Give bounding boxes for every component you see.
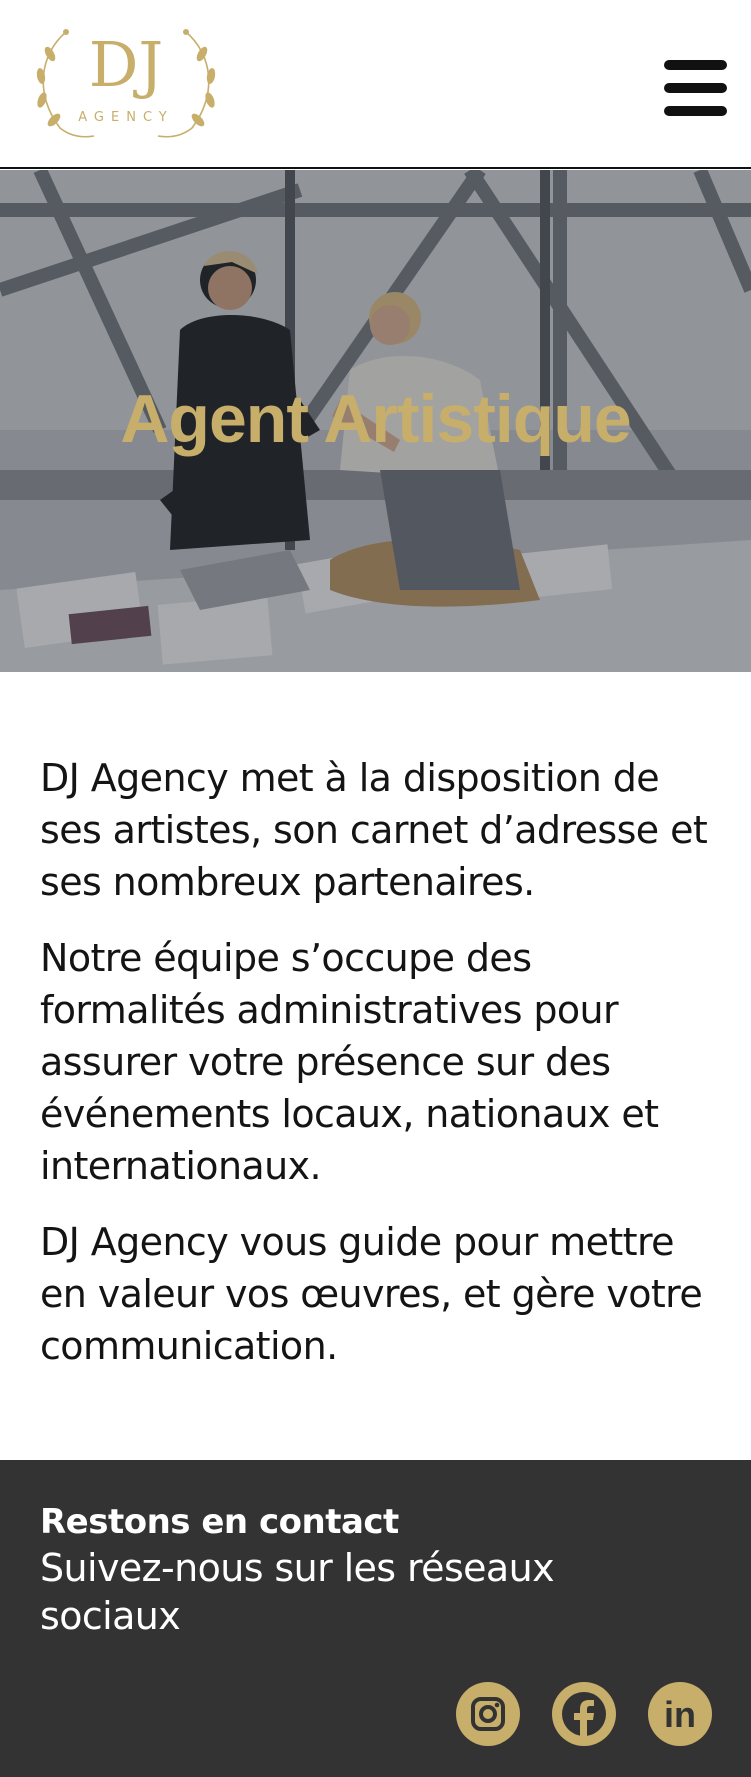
guidance-paragraph: DJ Agency vous guide pour mettre en vale… [40,1220,703,1368]
linkedin-icon: in [664,1694,696,1735]
page-title: Agent Artistique [120,381,631,457]
instagram-icon [471,1697,505,1731]
menu-bar-bottom [664,106,727,116]
services-paragraph: Notre équipe s’occupe des formalités adm… [40,936,659,1188]
site-footer: Restons en contact Suivez-nous sur les r… [0,1460,751,1777]
main-content: DJ Agency met à la disposition de ses ar… [40,752,720,1396]
instagram-link[interactable] [456,1682,520,1746]
footer-subtitle: Suivez-nous sur les réseaux sociaux [40,1546,555,1638]
menu-bar-middle [664,83,727,93]
logo-monogram: DJ [88,28,164,101]
menu-bar-top [664,60,727,70]
logo-wordmark: AGENCY [78,110,174,125]
linkedin-link[interactable]: in [648,1682,712,1746]
facebook-icon [562,1692,606,1738]
intro-paragraph: DJ Agency met à la disposition de ses ar… [40,756,708,904]
facebook-link[interactable] [552,1682,616,1746]
footer-title: Restons en contact [40,1502,399,1542]
header-divider [0,167,751,169]
site-header: DJ AGENCY [0,0,751,169]
agency-logo[interactable]: DJ AGENCY [26,24,226,140]
hero-banner: Agent Artistique [0,170,751,672]
hamburger-menu-icon[interactable] [664,60,727,116]
